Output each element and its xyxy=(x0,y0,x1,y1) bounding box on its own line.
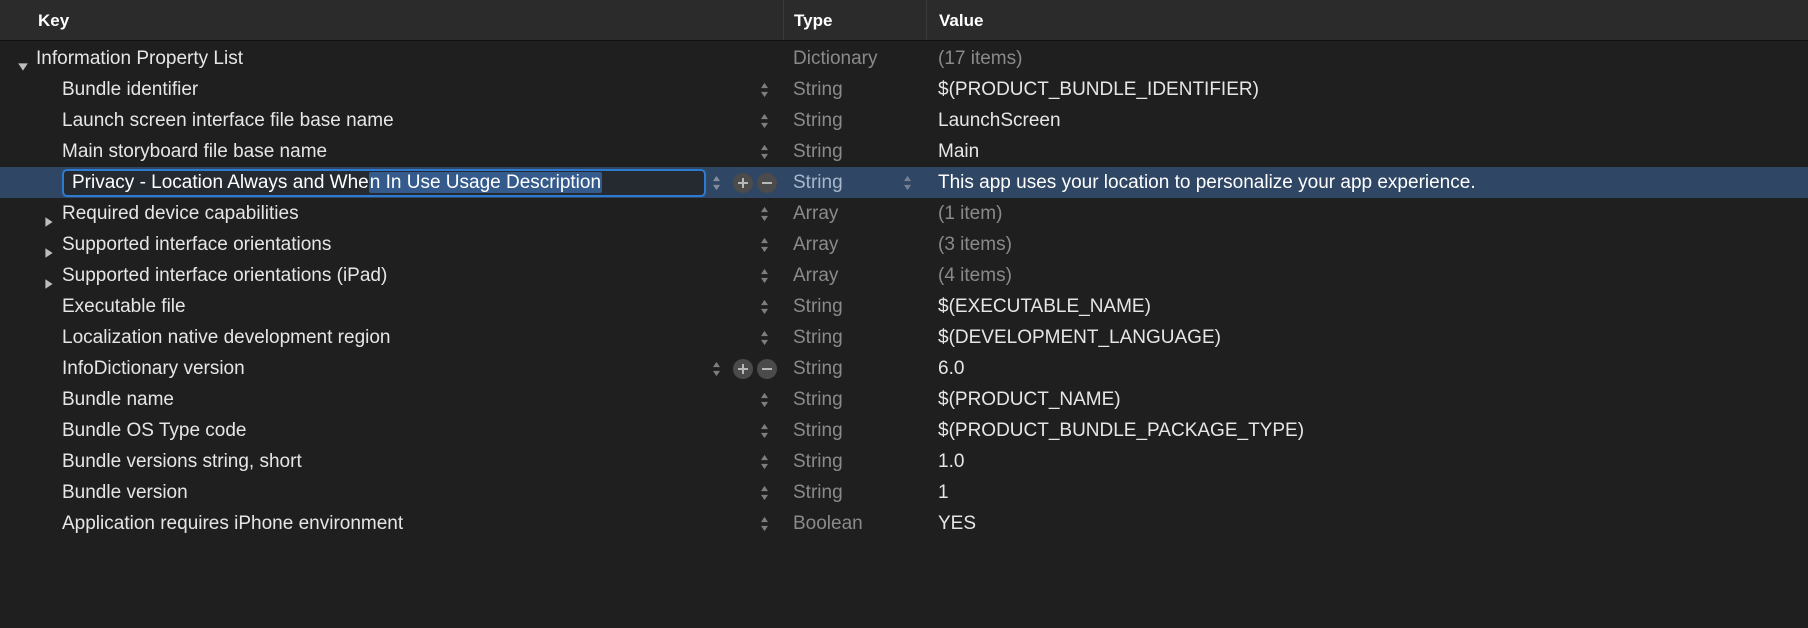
value-label[interactable]: $(DEVELOPMENT_LANGUAGE) xyxy=(926,322,1808,353)
key-stepper-icon[interactable] xyxy=(757,452,771,472)
type-label: String xyxy=(783,415,926,446)
type-label: String xyxy=(783,291,926,322)
plist-row[interactable]: InfoDictionary version String6.0 xyxy=(0,353,1808,384)
key-label: Bundle versions string, short xyxy=(62,446,302,477)
value-label[interactable]: 1 xyxy=(926,477,1808,508)
plist-row[interactable]: Supported interface orientations (iPad) A… xyxy=(0,260,1808,291)
column-header-type[interactable]: Type xyxy=(783,0,926,40)
key-label: Launch screen interface file base name xyxy=(62,105,394,136)
plist-row[interactable]: Bundle OS Type code String$(PRODUCT_BUNDL… xyxy=(0,415,1808,446)
type-label: Dictionary xyxy=(783,43,926,74)
key-dropdown-editor[interactable]: Privacy - Location Always and When In Us… xyxy=(62,169,706,197)
value-label[interactable]: $(PRODUCT_BUNDLE_PACKAGE_TYPE) xyxy=(926,415,1808,446)
key-stepper-icon[interactable] xyxy=(757,297,771,317)
key-stepper-icon[interactable] xyxy=(757,142,771,162)
key-stepper-icon[interactable] xyxy=(757,390,771,410)
key-label: Main storyboard file base name xyxy=(62,136,327,167)
type-label: Array xyxy=(783,198,926,229)
plist-rows: Information Property List Dictionary(17 i… xyxy=(0,41,1808,539)
value-label[interactable]: This app uses your location to personali… xyxy=(926,167,1808,198)
type-label: String xyxy=(783,322,926,353)
table-header: Key Type Value xyxy=(0,0,1808,41)
key-stepper-icon[interactable] xyxy=(757,328,771,348)
plist-root-row[interactable]: Information Property List Dictionary(17 i… xyxy=(0,43,1808,74)
plist-row[interactable]: Privacy - Location Always and When In Us… xyxy=(0,167,1808,198)
disclosure-triangle-icon[interactable] xyxy=(40,206,62,222)
key-label: Localization native development region xyxy=(62,322,391,353)
type-label: String xyxy=(783,353,926,384)
key-label: InfoDictionary version xyxy=(62,353,245,384)
column-header-key-label: Key xyxy=(38,5,69,36)
value-label[interactable]: Main xyxy=(926,136,1808,167)
value-label[interactable]: $(EXECUTABLE_NAME) xyxy=(926,291,1808,322)
value-label[interactable]: 6.0 xyxy=(926,353,1808,384)
type-label: String xyxy=(783,105,926,136)
plist-row[interactable]: Main storyboard file base name StringMain xyxy=(0,136,1808,167)
key-stepper-icon[interactable] xyxy=(757,80,771,100)
value-label: (17 items) xyxy=(926,43,1808,74)
key-stepper-icon[interactable] xyxy=(709,359,723,379)
disclosure-triangle-icon[interactable] xyxy=(40,237,62,253)
plist-row[interactable]: Bundle version String1 xyxy=(0,477,1808,508)
value-label[interactable]: YES xyxy=(926,508,1808,539)
value-label[interactable]: (4 items) xyxy=(926,260,1808,291)
plist-row[interactable]: Bundle versions string, short String1.0 xyxy=(0,446,1808,477)
key-label: Bundle identifier xyxy=(62,74,198,105)
type-label: String xyxy=(783,477,926,508)
key-label: Information Property List xyxy=(36,43,243,74)
key-label: Supported interface orientations (iPad) xyxy=(62,260,387,291)
remove-button[interactable] xyxy=(757,359,777,379)
key-stepper-icon[interactable] xyxy=(757,111,771,131)
type-label: String xyxy=(783,446,926,477)
column-header-key[interactable]: Key xyxy=(0,0,783,40)
key-label: Executable file xyxy=(62,291,186,322)
type-stepper-icon[interactable] xyxy=(900,173,914,193)
plist-row[interactable]: Supported interface orientations Array(3 … xyxy=(0,229,1808,260)
remove-button[interactable] xyxy=(757,173,777,193)
type-label: String xyxy=(783,136,926,167)
type-label: Boolean xyxy=(783,508,926,539)
plist-row[interactable]: Application requires iPhone environment B… xyxy=(0,508,1808,539)
key-stepper-icon[interactable] xyxy=(757,266,771,286)
type-label: String xyxy=(783,167,926,198)
plist-row[interactable]: Bundle identifier String$(PRODUCT_BUNDLE_… xyxy=(0,74,1808,105)
key-stepper-icon[interactable] xyxy=(757,204,771,224)
type-label: Array xyxy=(783,260,926,291)
add-button[interactable] xyxy=(733,359,753,379)
value-label[interactable]: (3 items) xyxy=(926,229,1808,260)
key-label: Supported interface orientations xyxy=(62,229,331,260)
plist-row[interactable]: Bundle name String$(PRODUCT_NAME) xyxy=(0,384,1808,415)
plist-row[interactable]: Required device capabilities Array(1 item… xyxy=(0,198,1808,229)
value-label[interactable]: (1 item) xyxy=(926,198,1808,229)
disclosure-triangle-icon[interactable] xyxy=(14,51,36,67)
disclosure-triangle-icon[interactable] xyxy=(40,268,62,284)
key-label: Bundle version xyxy=(62,477,188,508)
key-stepper-icon[interactable] xyxy=(757,483,771,503)
value-label[interactable]: 1.0 xyxy=(926,446,1808,477)
key-label: Bundle name xyxy=(62,384,174,415)
column-header-value[interactable]: Value xyxy=(926,0,1808,40)
plist-row[interactable]: Executable file String$(EXECUTABLE_NAME) xyxy=(0,291,1808,322)
key-stepper-icon[interactable] xyxy=(757,514,771,534)
key-editor-text: Privacy - Location Always and When In Us… xyxy=(72,169,602,197)
key-stepper-icon[interactable] xyxy=(709,173,723,193)
column-header-type-label: Type xyxy=(794,5,832,36)
key-stepper-icon[interactable] xyxy=(757,421,771,441)
value-label[interactable]: $(PRODUCT_BUNDLE_IDENTIFIER) xyxy=(926,74,1808,105)
type-label: Array xyxy=(783,229,926,260)
value-label[interactable]: $(PRODUCT_NAME) xyxy=(926,384,1808,415)
key-label: Bundle OS Type code xyxy=(62,415,247,446)
plist-row[interactable]: Launch screen interface file base name St… xyxy=(0,105,1808,136)
type-label: String xyxy=(783,74,926,105)
column-header-value-label: Value xyxy=(939,5,983,36)
key-stepper-icon[interactable] xyxy=(757,235,771,255)
key-label: Required device capabilities xyxy=(62,198,299,229)
plist-row[interactable]: Localization native development region St… xyxy=(0,322,1808,353)
add-button[interactable] xyxy=(733,173,753,193)
type-label: String xyxy=(783,384,926,415)
value-label[interactable]: LaunchScreen xyxy=(926,105,1808,136)
key-label: Application requires iPhone environment xyxy=(62,508,403,539)
